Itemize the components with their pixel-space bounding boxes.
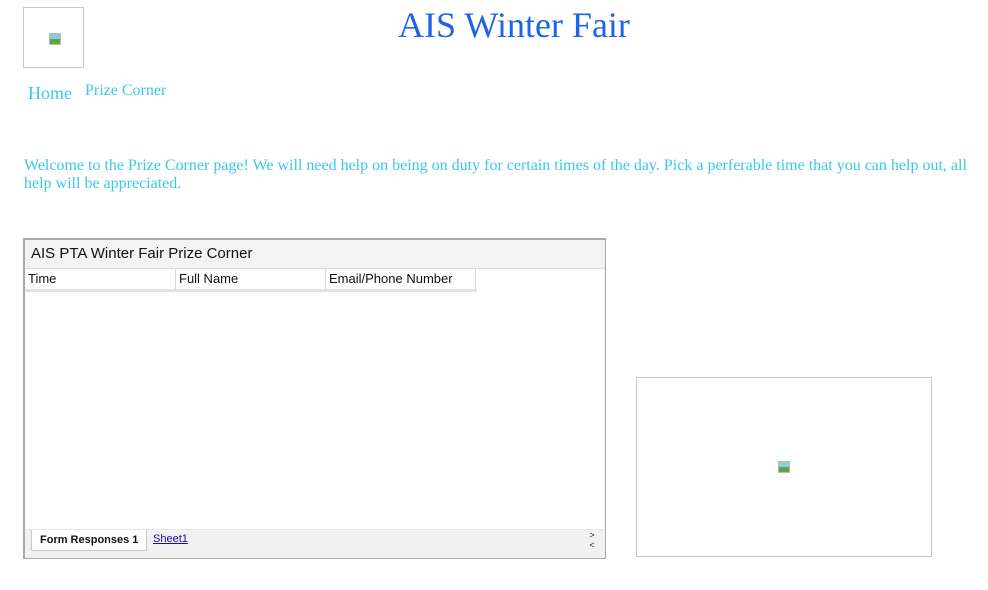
welcome-text: Welcome to the Prize Corner page! We wil… bbox=[24, 157, 967, 192]
side-image bbox=[636, 377, 932, 557]
column-header-full-name[interactable]: Full Name bbox=[176, 269, 326, 289]
tab-scroll-controls: > < bbox=[587, 530, 597, 550]
tab-sheet1[interactable]: Sheet1 bbox=[153, 533, 188, 545]
nav-link-prize-corner[interactable]: Prize Corner bbox=[85, 82, 166, 100]
scroll-right-icon[interactable]: > bbox=[587, 530, 597, 540]
nav-link-home[interactable]: Home bbox=[28, 83, 72, 104]
broken-image-icon bbox=[777, 460, 791, 474]
sheet-tab-bar: Form Responses 1 Sheet1 > < bbox=[25, 529, 605, 558]
embedded-spreadsheet[interactable]: AIS PTA Winter Fair Prize Corner Time Fu… bbox=[23, 238, 606, 559]
spreadsheet-title: AIS PTA Winter Fair Prize Corner bbox=[25, 240, 605, 269]
column-header-email-phone[interactable]: Email/Phone Number bbox=[326, 269, 476, 289]
scroll-left-icon[interactable]: < bbox=[587, 540, 597, 550]
site-title: AIS Winter Fair bbox=[398, 5, 630, 45]
column-header-time[interactable]: Time bbox=[25, 269, 176, 289]
tab-form-responses-1[interactable]: Form Responses 1 bbox=[31, 530, 148, 551]
spreadsheet-header-row: Time Full Name Email/Phone Number bbox=[25, 269, 477, 292]
